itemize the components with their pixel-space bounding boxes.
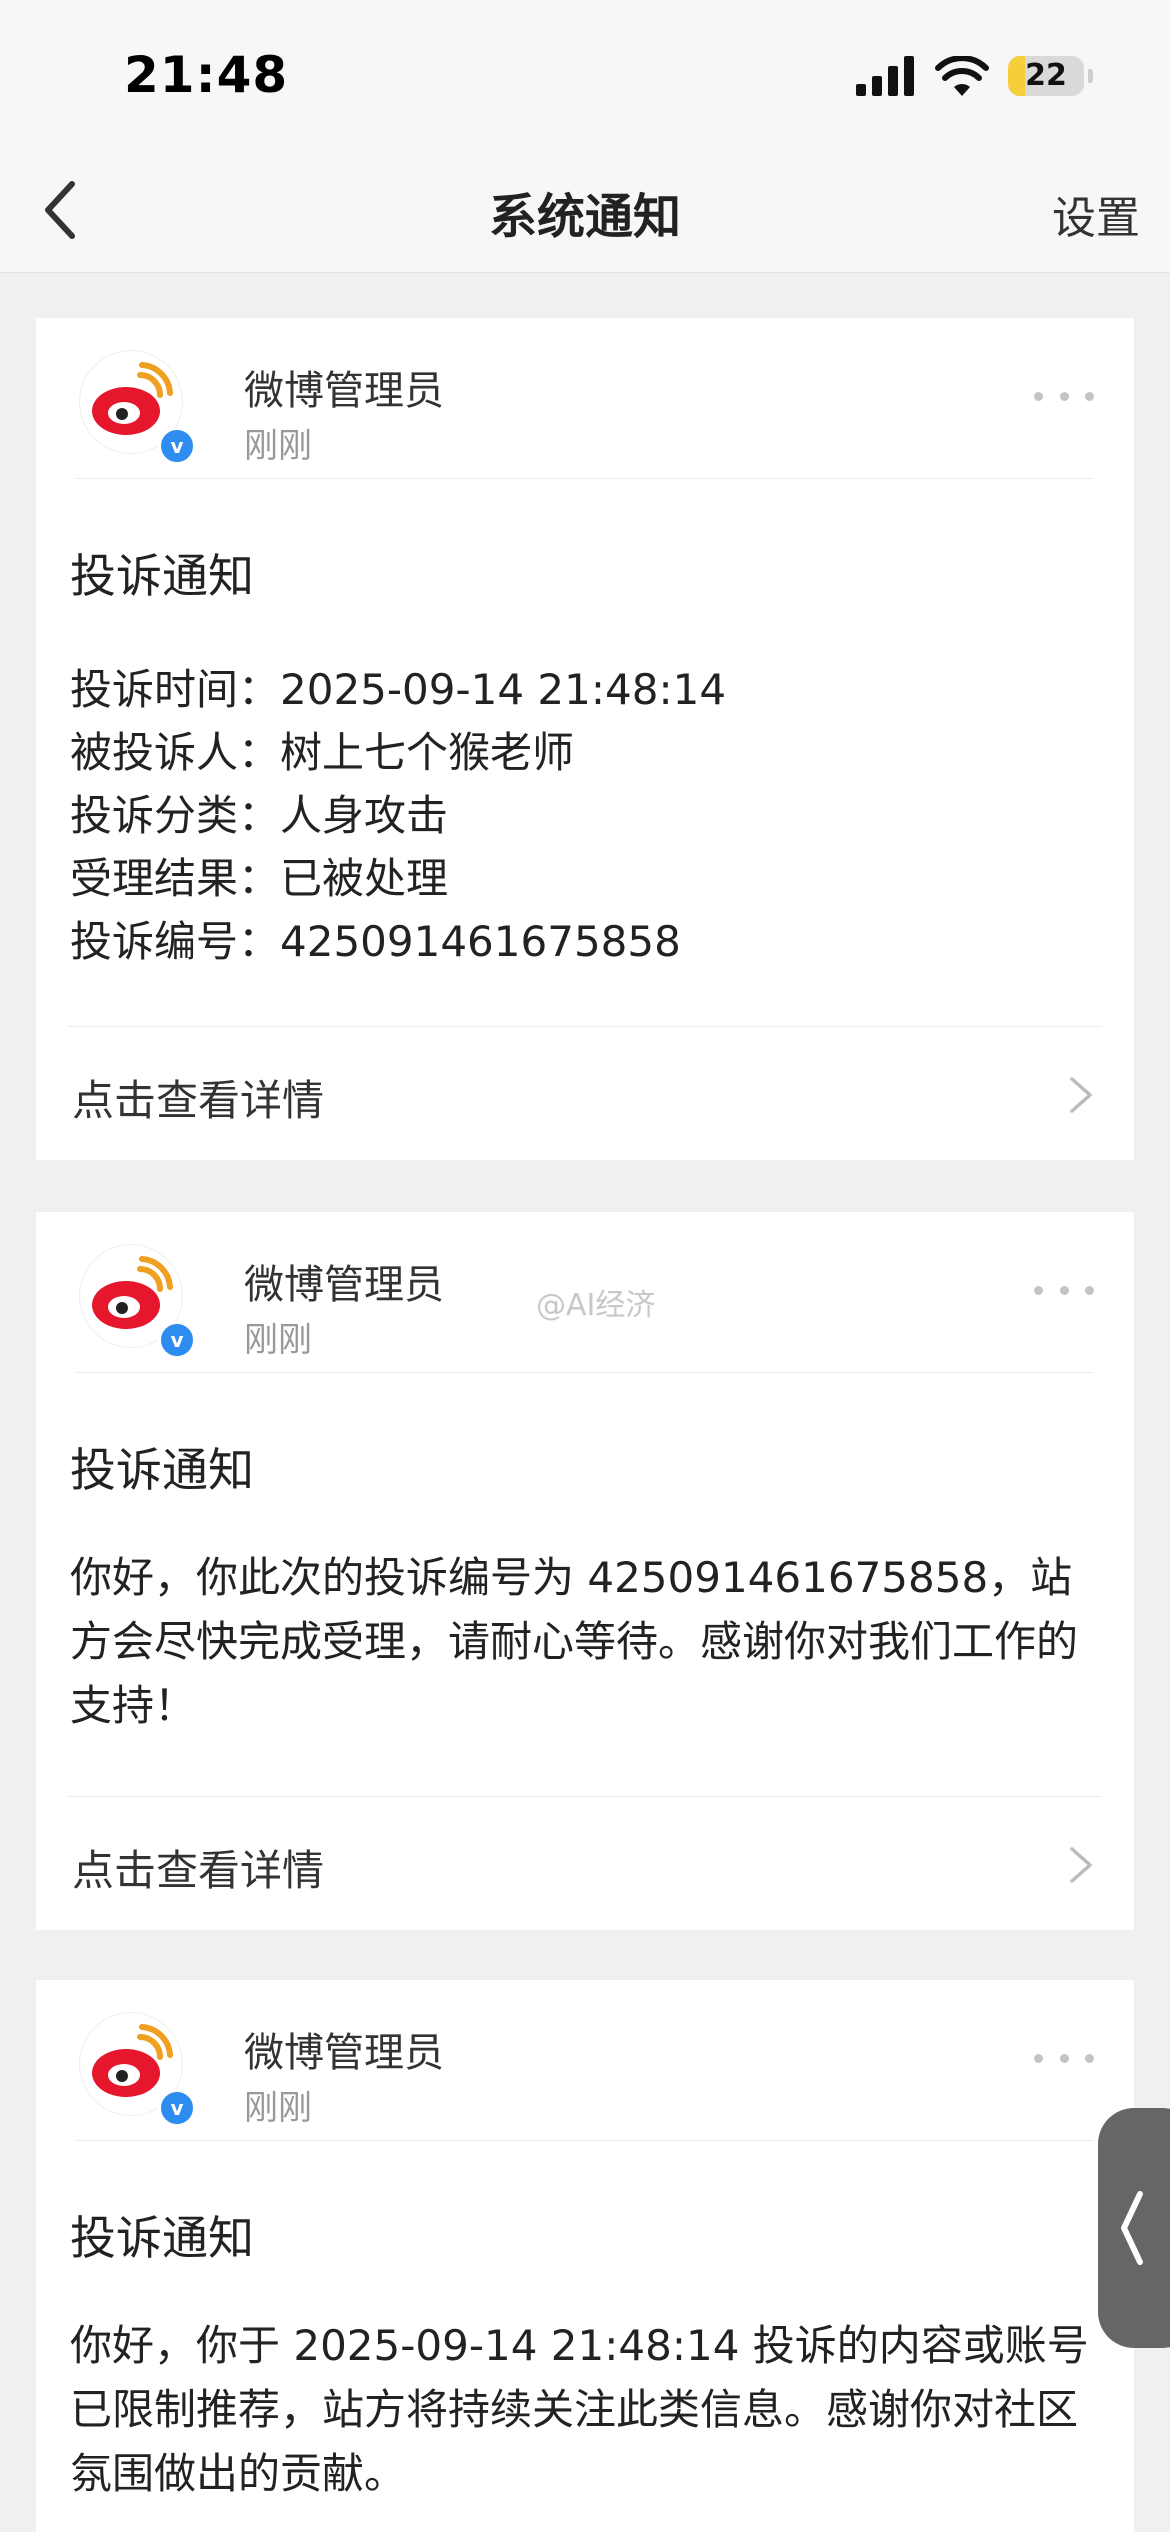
battery-cap [1088, 69, 1093, 83]
notification-time: 刚刚 [244, 1320, 312, 1360]
side-panel-handle[interactable] [1098, 2108, 1170, 2348]
battery-icon: 22 [1008, 56, 1084, 96]
detail-row: 被投诉人：树上七个猴老师 [70, 728, 575, 777]
more-dot-icon [1059, 1285, 1069, 1295]
sender-name[interactable]: 微博管理员 [244, 2020, 444, 2078]
chevron-right-icon [1070, 1847, 1092, 1883]
card-title: 投诉通知 [70, 2211, 254, 2265]
more-options-button[interactable] [1034, 386, 1094, 406]
more-options-button[interactable] [1034, 2048, 1094, 2068]
detail-row: 投诉时间：2025-09-14 21:48:14 [70, 665, 727, 714]
more-dot-icon [1034, 1285, 1043, 1295]
verified-badge-icon: v [158, 427, 196, 465]
card-header: v 微博管理员 刚刚 @AI经济 [76, 1240, 1094, 1373]
chevron-left-icon [1121, 2191, 1143, 2265]
avatar[interactable]: v [80, 351, 196, 465]
detail-row: 受理结果：已被处理 [70, 854, 449, 903]
view-details-link[interactable]: 点击查看详情 [68, 1796, 1102, 1931]
more-dot-icon [1085, 391, 1094, 401]
more-dot-icon [1034, 2053, 1043, 2063]
notification-body: 你好，你于 2025-09-14 21:48:14 投诉的内容或账号已限制推荐，… [70, 2321, 1089, 2498]
detail-row: 投诉分类：人身攻击 [70, 791, 449, 840]
notification-card: v 微博管理员 刚刚 投诉通知 投诉时间：2025-09-14 21:48:14… [36, 318, 1134, 1160]
notification-card: v 微博管理员 刚刚 投诉通知 你好，你于 2025-09-14 21:48:1… [36, 1980, 1134, 2532]
battery-level: 22 [1025, 58, 1067, 93]
notification-body: 你好，你此次的投诉编号为 425091461675858，站方会尽快完成受理，请… [70, 1553, 1079, 1730]
sender-name[interactable]: 微博管理员 [244, 358, 444, 416]
avatar[interactable]: v [80, 2013, 196, 2127]
complaint-details: 投诉时间：2025-09-14 21:48:14 被投诉人：树上七个猴老师 投诉… [70, 658, 726, 973]
detail-row: 投诉编号：425091461675858 [70, 917, 681, 966]
notification-card: v 微博管理员 刚刚 @AI经济 投诉通知 你好，你此次的投诉编号为 42509… [36, 1212, 1134, 1930]
card-header: v 微博管理员 刚刚 [76, 2008, 1094, 2141]
more-dot-icon [1085, 2053, 1094, 2063]
chevron-right-icon [1070, 1077, 1092, 1113]
card-title: 投诉通知 [70, 549, 254, 603]
card-title: 投诉通知 [70, 1443, 254, 1497]
notification-time: 刚刚 [244, 426, 312, 466]
page-title: 系统通知 [488, 189, 681, 245]
notification-time: 刚刚 [244, 2088, 312, 2128]
more-dot-icon [1059, 391, 1069, 401]
view-details-label: 点击查看详情 [72, 1076, 325, 1125]
status-time: 21:48 [124, 46, 289, 104]
more-dot-icon [1059, 2053, 1069, 2063]
sender-name[interactable]: 微博管理员 [244, 1252, 444, 1310]
status-bar: 21:48 22 [0, 0, 1170, 150]
more-dot-icon [1085, 1285, 1094, 1295]
view-details-link[interactable]: 点击查看详情 [68, 1026, 1102, 1161]
more-options-button[interactable] [1034, 1280, 1094, 1300]
view-details-label: 点击查看详情 [72, 1846, 325, 1895]
avatar[interactable]: v [80, 1245, 196, 1359]
card-header: v 微博管理员 刚刚 [76, 346, 1094, 479]
more-dot-icon [1034, 391, 1043, 401]
verified-badge-icon: v [158, 1321, 196, 1359]
watermark: @AI经济 [536, 1288, 656, 1323]
verified-badge-icon: v [158, 2089, 196, 2127]
settings-button[interactable]: 设置 [1052, 182, 1140, 246]
cellular-signal-icon [856, 56, 914, 96]
nav-bar: 系统通知 设置 [0, 150, 1170, 273]
wifi-icon [935, 56, 989, 96]
